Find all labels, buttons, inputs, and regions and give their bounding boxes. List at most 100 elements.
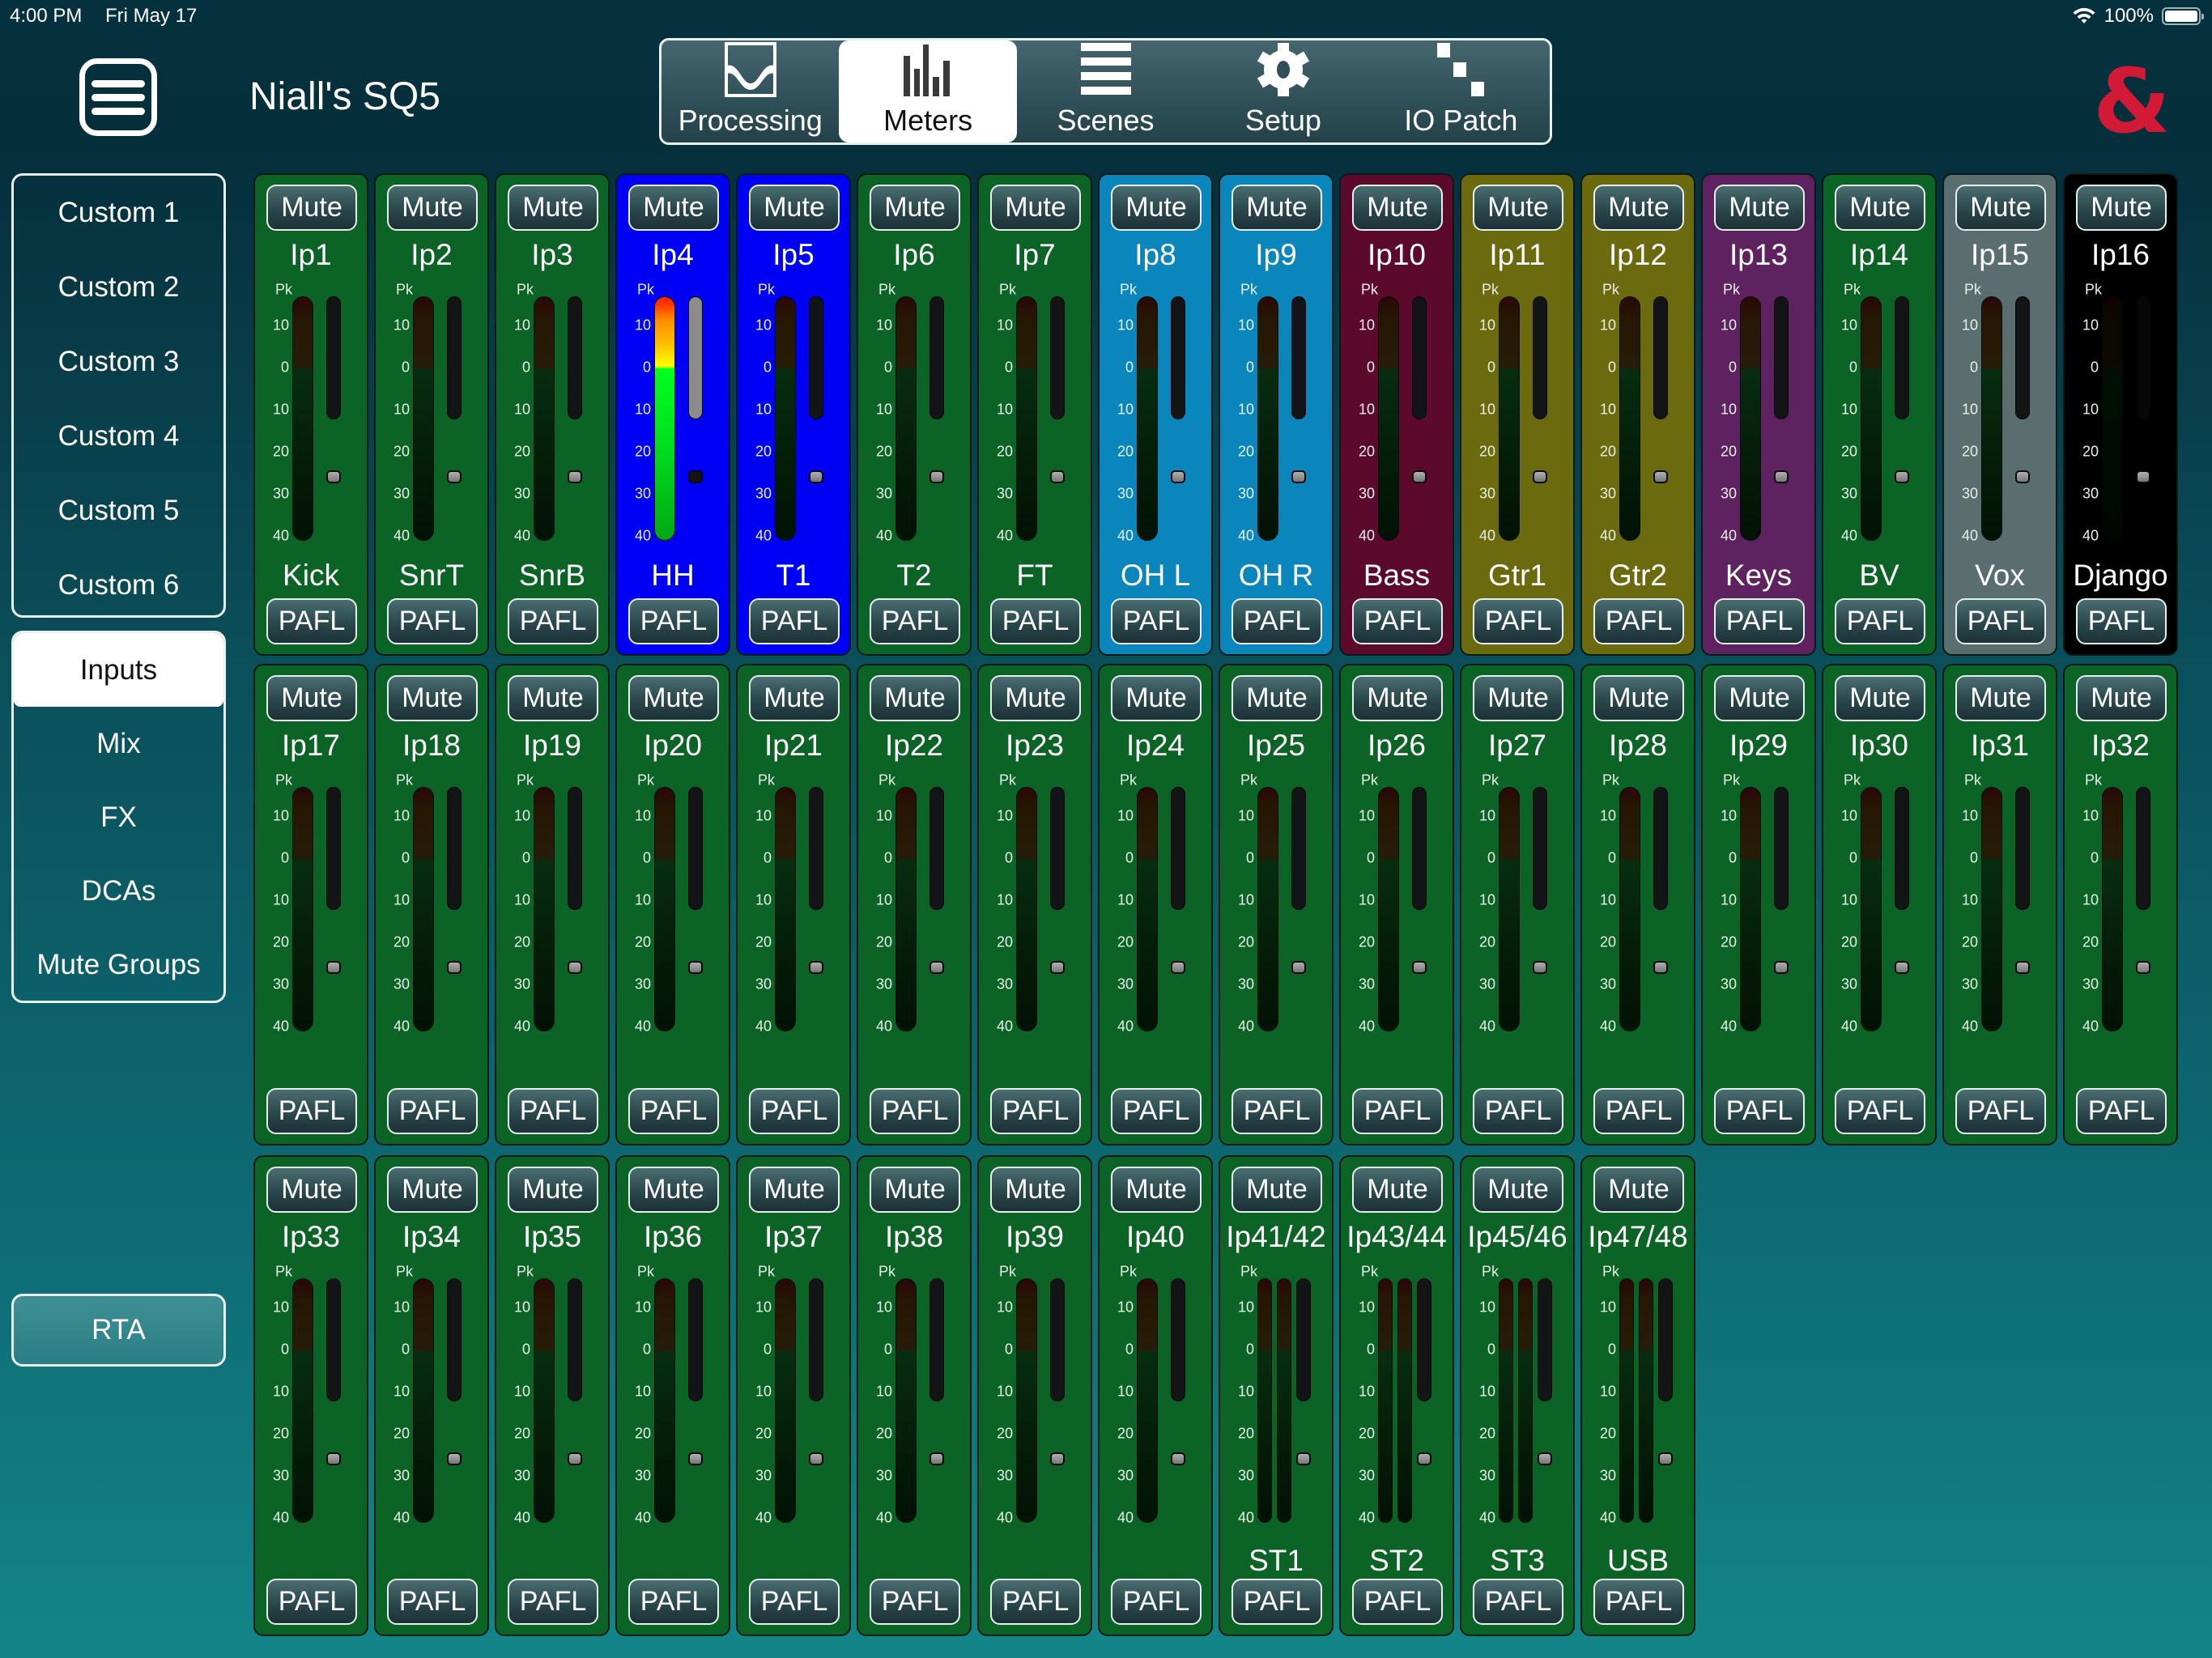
tab-meters[interactable]: Meters [839, 40, 1017, 142]
gate-threshold-handle[interactable] [1895, 961, 1909, 974]
mute-button[interactable]: Mute [1955, 185, 2046, 231]
mute-button[interactable]: Mute [1835, 185, 1925, 231]
mute-button[interactable]: Mute [1231, 675, 1322, 721]
mute-button[interactable]: Mute [990, 185, 1081, 231]
pafl-button[interactable]: PAFL [1955, 598, 2046, 644]
pafl-button[interactable]: PAFL [387, 1579, 478, 1625]
gate-threshold-handle[interactable] [1417, 1452, 1431, 1465]
mute-button[interactable]: Mute [1111, 1167, 1202, 1213]
mute-button[interactable]: Mute [1955, 675, 2046, 721]
gate-threshold-handle[interactable] [688, 470, 703, 483]
gate-threshold-handle[interactable] [1050, 470, 1065, 483]
mute-button[interactable]: Mute [1593, 1167, 1684, 1213]
mute-button[interactable]: Mute [1714, 185, 1805, 231]
pafl-button[interactable]: PAFL [1111, 1088, 1202, 1134]
gate-threshold-handle[interactable] [809, 961, 823, 974]
pafl-button[interactable]: PAFL [1473, 1579, 1563, 1625]
mute-button[interactable]: Mute [1231, 185, 1322, 231]
mute-button[interactable]: Mute [1352, 1167, 1443, 1213]
sidebar-item-mute-groups[interactable]: Mute Groups [14, 928, 223, 1001]
mute-button[interactable]: Mute [1593, 675, 1684, 721]
gate-threshold-handle[interactable] [1533, 961, 1547, 974]
mute-button[interactable]: Mute [2076, 675, 2167, 721]
gate-threshold-handle[interactable] [1658, 1452, 1673, 1465]
mute-button[interactable]: Mute [1473, 185, 1563, 231]
mute-button[interactable]: Mute [628, 675, 719, 721]
gate-threshold-handle[interactable] [688, 1452, 703, 1465]
pafl-button[interactable]: PAFL [1593, 1088, 1684, 1134]
mute-button[interactable]: Mute [508, 185, 598, 231]
pafl-button[interactable]: PAFL [1473, 598, 1563, 644]
gate-threshold-handle[interactable] [809, 1452, 823, 1465]
pafl-button[interactable]: PAFL [1352, 598, 1443, 644]
mute-button[interactable]: Mute [266, 675, 357, 721]
gate-threshold-handle[interactable] [568, 1452, 582, 1465]
gate-threshold-handle[interactable] [1412, 961, 1427, 974]
gate-threshold-handle[interactable] [2015, 470, 2030, 483]
gate-threshold-handle[interactable] [1291, 961, 1306, 974]
tab-setup[interactable]: Setup [1194, 40, 1372, 142]
pafl-button[interactable]: PAFL [1593, 598, 1684, 644]
mute-button[interactable]: Mute [387, 675, 478, 721]
mute-button[interactable]: Mute [508, 675, 598, 721]
pafl-button[interactable]: PAFL [749, 1579, 840, 1625]
gate-threshold-handle[interactable] [1171, 961, 1185, 974]
gate-threshold-handle[interactable] [1296, 1452, 1311, 1465]
mute-button[interactable]: Mute [508, 1167, 598, 1213]
mute-button[interactable]: Mute [387, 1167, 478, 1213]
pafl-button[interactable]: PAFL [1593, 1579, 1684, 1625]
pafl-button[interactable]: PAFL [1352, 1088, 1443, 1134]
pafl-button[interactable]: PAFL [508, 1088, 598, 1134]
sidebar-item-custom-6[interactable]: Custom 6 [14, 548, 223, 623]
sidebar-item-custom-1[interactable]: Custom 1 [14, 176, 223, 250]
pafl-button[interactable]: PAFL [1231, 1579, 1322, 1625]
tab-io-patch[interactable]: IO Patch [1372, 40, 1550, 142]
gate-threshold-handle[interactable] [1774, 961, 1789, 974]
pafl-button[interactable]: PAFL [1714, 1088, 1805, 1134]
pafl-button[interactable]: PAFL [1231, 1088, 1322, 1134]
pafl-button[interactable]: PAFL [870, 1088, 960, 1134]
gate-threshold-handle[interactable] [929, 1452, 944, 1465]
gate-threshold-handle[interactable] [1050, 961, 1065, 974]
mute-button[interactable]: Mute [749, 1167, 840, 1213]
sidebar-item-custom-5[interactable]: Custom 5 [14, 474, 223, 548]
pafl-button[interactable]: PAFL [749, 1088, 840, 1134]
mute-button[interactable]: Mute [1352, 675, 1443, 721]
mute-button[interactable]: Mute [1231, 1167, 1322, 1213]
gate-threshold-handle[interactable] [447, 1452, 462, 1465]
pafl-button[interactable]: PAFL [1352, 1579, 1443, 1625]
pafl-button[interactable]: PAFL [387, 1088, 478, 1134]
pafl-button[interactable]: PAFL [1473, 1088, 1563, 1134]
gate-threshold-handle[interactable] [1653, 961, 1668, 974]
pafl-button[interactable]: PAFL [1111, 598, 1202, 644]
gate-threshold-handle[interactable] [1653, 470, 1668, 483]
rta-button[interactable]: RTA [11, 1294, 226, 1367]
gate-threshold-handle[interactable] [1774, 470, 1789, 483]
gate-threshold-handle[interactable] [1050, 1452, 1065, 1465]
gate-threshold-handle[interactable] [326, 961, 341, 974]
pafl-button[interactable]: PAFL [1111, 1579, 1202, 1625]
menu-button[interactable] [79, 58, 157, 136]
pafl-button[interactable]: PAFL [266, 598, 357, 644]
mute-button[interactable]: Mute [266, 185, 357, 231]
sidebar-item-custom-2[interactable]: Custom 2 [14, 250, 223, 325]
mute-button[interactable]: Mute [749, 675, 840, 721]
pafl-button[interactable]: PAFL [508, 1579, 598, 1625]
pafl-button[interactable]: PAFL [628, 1088, 719, 1134]
gate-threshold-handle[interactable] [929, 961, 944, 974]
gate-threshold-handle[interactable] [1291, 470, 1306, 483]
pafl-button[interactable]: PAFL [266, 1579, 357, 1625]
gate-threshold-handle[interactable] [326, 470, 341, 483]
gate-threshold-handle[interactable] [1533, 470, 1547, 483]
mute-button[interactable]: Mute [749, 185, 840, 231]
mute-button[interactable]: Mute [1473, 675, 1563, 721]
gate-threshold-handle[interactable] [568, 961, 582, 974]
sidebar-item-custom-4[interactable]: Custom 4 [14, 399, 223, 474]
gate-threshold-handle[interactable] [1538, 1452, 1552, 1465]
tab-processing[interactable]: Processing [661, 40, 839, 142]
gate-threshold-handle[interactable] [2136, 961, 2150, 974]
pafl-button[interactable]: PAFL [870, 598, 960, 644]
tab-scenes[interactable]: Scenes [1017, 40, 1194, 142]
sidebar-item-fx[interactable]: FX [14, 780, 223, 854]
pafl-button[interactable]: PAFL [628, 1579, 719, 1625]
